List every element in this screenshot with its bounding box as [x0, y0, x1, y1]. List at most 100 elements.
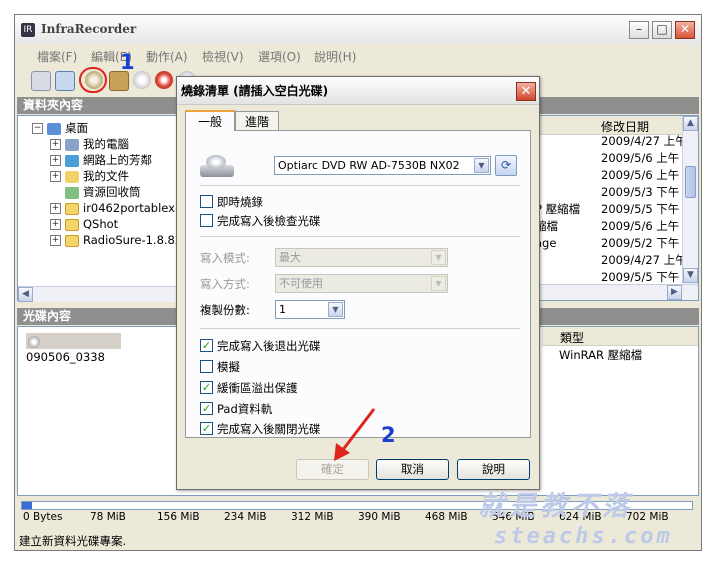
step-2-marker: 2 [381, 423, 396, 447]
tree-item[interactable]: 資源回收筒 [50, 184, 141, 200]
scroll-right-button[interactable]: ▶ [667, 285, 682, 300]
realtime-burn-checkbox[interactable] [200, 195, 213, 208]
tree-item[interactable]: − 桌面 [32, 120, 88, 136]
modified-date-cell: 2009/5/2 下午 1 [601, 236, 691, 250]
burn-image-icon[interactable] [109, 71, 129, 91]
expander-icon[interactable]: + [50, 171, 61, 182]
file-list: 修改日期 2009/4/27 上午 2009/5/6 上午 (2009/5/6 上… [535, 116, 699, 300]
chevron-down-icon[interactable]: ▼ [328, 302, 343, 317]
tab-general[interactable]: 一般 [185, 110, 235, 131]
tree-item-label: 桌面 [65, 121, 88, 135]
disc-tree-item[interactable]: 090506_0338 [26, 333, 121, 364]
type-cell: WinRAR 壓縮檔 [559, 348, 643, 362]
expander-icon[interactable]: + [50, 155, 61, 166]
modified-date-cell: 2009/5/3 下午 1 [601, 185, 691, 199]
erase-disc-icon[interactable] [155, 71, 173, 89]
folder-icon [65, 234, 79, 247]
new-project-icon[interactable] [31, 71, 51, 91]
menu-options[interactable]: 選項(O) [258, 48, 301, 65]
dialog-close-button[interactable]: ✕ [516, 82, 536, 101]
pad-tracks-label: Pad資料軌 [217, 402, 273, 416]
chevron-down-icon: ▼ [431, 276, 446, 291]
separator [200, 236, 520, 237]
ruler-tick-label: 234 MiB [224, 511, 267, 523]
copies-select[interactable]: 1 ▼ [275, 300, 345, 319]
expander-icon[interactable]: + [50, 203, 61, 214]
folder-icon [65, 202, 79, 215]
refresh-icon[interactable]: ⟳ [495, 155, 517, 176]
separator [200, 185, 520, 186]
tree-item-label: QShot [83, 217, 119, 231]
modified-date-cell: 2009/4/27 上午 [601, 134, 687, 148]
modified-date-cell: 2009/5/6 上午 ( [601, 151, 688, 165]
disc-label: 090506_0338 [26, 350, 105, 364]
expander-icon[interactable]: + [50, 139, 61, 150]
eject-after-burn-checkbox[interactable]: ✓ [200, 339, 213, 352]
write-mode-value: 最大 [279, 251, 301, 264]
disc-icon [28, 335, 40, 348]
red-arrow [334, 408, 376, 461]
tree-item[interactable]: + QShot [50, 216, 118, 232]
ruler-tick-label: 0 Bytes [23, 511, 63, 523]
file-list-horizontal-scrollbar[interactable]: ▶ [535, 284, 698, 300]
ruler-tick-label: 390 MiB [358, 511, 401, 523]
buffer-underrun-checkbox[interactable]: ✓ [200, 381, 213, 394]
verify-disc-checkbox[interactable] [200, 214, 213, 227]
write-method-label: 寫入方式: [200, 277, 250, 291]
folder-icon [65, 218, 79, 231]
capacity-fill [22, 502, 32, 509]
copy-disc-icon[interactable] [133, 71, 151, 89]
write-mode-label: 寫入模式: [200, 251, 250, 265]
open-icon[interactable] [55, 71, 75, 91]
help-button[interactable]: 說明 [457, 459, 530, 480]
ruler-tick-label: 156 MiB [157, 511, 200, 523]
scroll-left-button[interactable]: ◀ [18, 287, 33, 302]
tree-item[interactable]: + RadioSure-1.8.820 [50, 232, 190, 248]
drive-select-value: Optiarc DVD RW AD-7530B NX02 [278, 159, 460, 172]
tree-item-label: 資源回收筒 [83, 185, 141, 199]
pad-tracks-checkbox[interactable]: ✓ [200, 402, 213, 415]
tree-item-label: 我的文件 [83, 169, 129, 183]
file-list-vertical-scrollbar[interactable]: ▲ ▼ [682, 116, 698, 284]
tab-panel-general: Optiarc DVD RW AD-7530B NX02 ▼ ⟳ 即時燒錄 完成… [185, 130, 531, 438]
drive-select[interactable]: Optiarc DVD RW AD-7530B NX02 ▼ [274, 156, 491, 175]
title-bar[interactable]: IR InfraRecorder – □ ✕ [15, 15, 701, 46]
chevron-down-icon[interactable]: ▼ [474, 158, 489, 173]
menu-help[interactable]: 說明(H) [314, 48, 356, 65]
tree-item[interactable]: + 網路上的芳鄰 [50, 152, 152, 168]
type-cell: P 壓縮檔 [535, 202, 581, 216]
recycle-bin-icon [65, 186, 79, 199]
computer-icon [65, 138, 79, 151]
tab-advanced[interactable]: 進階 [235, 111, 279, 131]
scroll-thumb[interactable] [685, 166, 696, 198]
close-disc-label: 完成寫入後關閉光碟 [217, 422, 321, 436]
cancel-button[interactable]: 取消 [376, 459, 449, 480]
menu-file[interactable]: 檔案(F) [37, 48, 77, 65]
scroll-up-button[interactable]: ▲ [683, 116, 698, 131]
tree-item-label: 我的電腦 [83, 137, 129, 151]
menu-view[interactable]: 檢視(V) [202, 48, 244, 65]
close-button[interactable]: ✕ [675, 21, 695, 39]
scroll-down-button[interactable]: ▼ [683, 268, 698, 283]
tree-item[interactable]: + 我的文件 [50, 168, 129, 184]
expander-icon[interactable]: + [50, 219, 61, 230]
dialog-title[interactable]: 燒錄清單 (請插入空白光碟) [177, 77, 539, 105]
close-disc-checkbox[interactable]: ✓ [200, 422, 213, 435]
menu-action[interactable]: 動作(A) [146, 48, 188, 65]
tree-item[interactable]: + 我的電腦 [50, 136, 129, 152]
type-column-header[interactable]: 類型 [560, 329, 584, 346]
write-mode-select: 最大 ▼ [275, 248, 448, 267]
tree-item[interactable]: + ir0462portablex86 [50, 200, 190, 216]
realtime-burn-label: 即時燒錄 [217, 195, 263, 209]
chevron-down-icon: ▼ [431, 250, 446, 265]
expander-icon[interactable]: − [32, 123, 43, 134]
write-method-value: 不可使用 [279, 277, 323, 290]
separator [200, 328, 520, 329]
maximize-button[interactable]: □ [652, 21, 672, 39]
minimize-button[interactable]: – [629, 21, 649, 39]
expander-icon[interactable]: + [50, 235, 61, 246]
simulate-checkbox[interactable] [200, 360, 213, 373]
write-method-select: 不可使用 ▼ [275, 274, 448, 293]
tree-item-label: 網路上的芳鄰 [83, 153, 152, 167]
app-icon: IR [21, 23, 35, 37]
